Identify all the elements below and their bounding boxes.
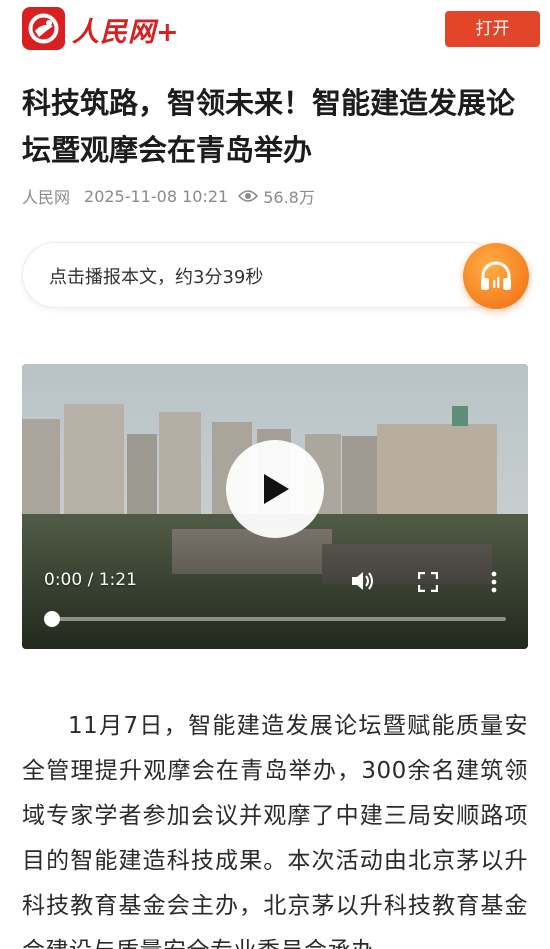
video-player[interactable]: 0:00 / 1:21 <box>22 364 528 649</box>
more-options-icon[interactable] <box>490 571 498 593</box>
article-body-paragraph: 11月7日，智能建造发展论坛暨赋能质量安全管理提升观摩会在青岛举办，300余名建… <box>22 713 528 949</box>
video-progress-knob[interactable] <box>44 611 60 627</box>
headphones-icon <box>481 261 511 290</box>
audio-playback-bar[interactable]: 点击播报本文，约3分39秒 <box>22 242 502 308</box>
audio-prompt[interactable]: 点击播报本文，约3分39秒 <box>49 263 263 289</box>
video-progress-track[interactable] <box>52 617 506 621</box>
people-daily-logo-icon[interactable] <box>22 7 65 50</box>
volume-icon[interactable] <box>350 570 376 592</box>
video-time-display: 0:00 / 1:21 <box>44 570 137 590</box>
article-datetime: 2025-11-08 10:21 <box>84 186 229 206</box>
view-count: 56.8万 <box>263 188 315 207</box>
open-app-button[interactable]: 打开 <box>445 11 540 47</box>
fullscreen-icon[interactable] <box>418 572 438 592</box>
top-bar: 人民网+ 打开 <box>0 0 550 60</box>
audio-play-button[interactable] <box>463 243 529 309</box>
app-logo-text: 人民网+ <box>72 17 180 48</box>
video-play-button[interactable] <box>226 440 324 538</box>
play-icon <box>264 474 289 504</box>
article-meta: 人民网 2025-11-08 10:21 56.8万 <box>22 184 315 208</box>
eye-icon <box>238 190 259 202</box>
article-title: 科技筑路，智领未来！智能建造发展论坛暨观摩会在青岛举办 <box>22 86 516 167</box>
article-source: 人民网 <box>22 188 71 207</box>
